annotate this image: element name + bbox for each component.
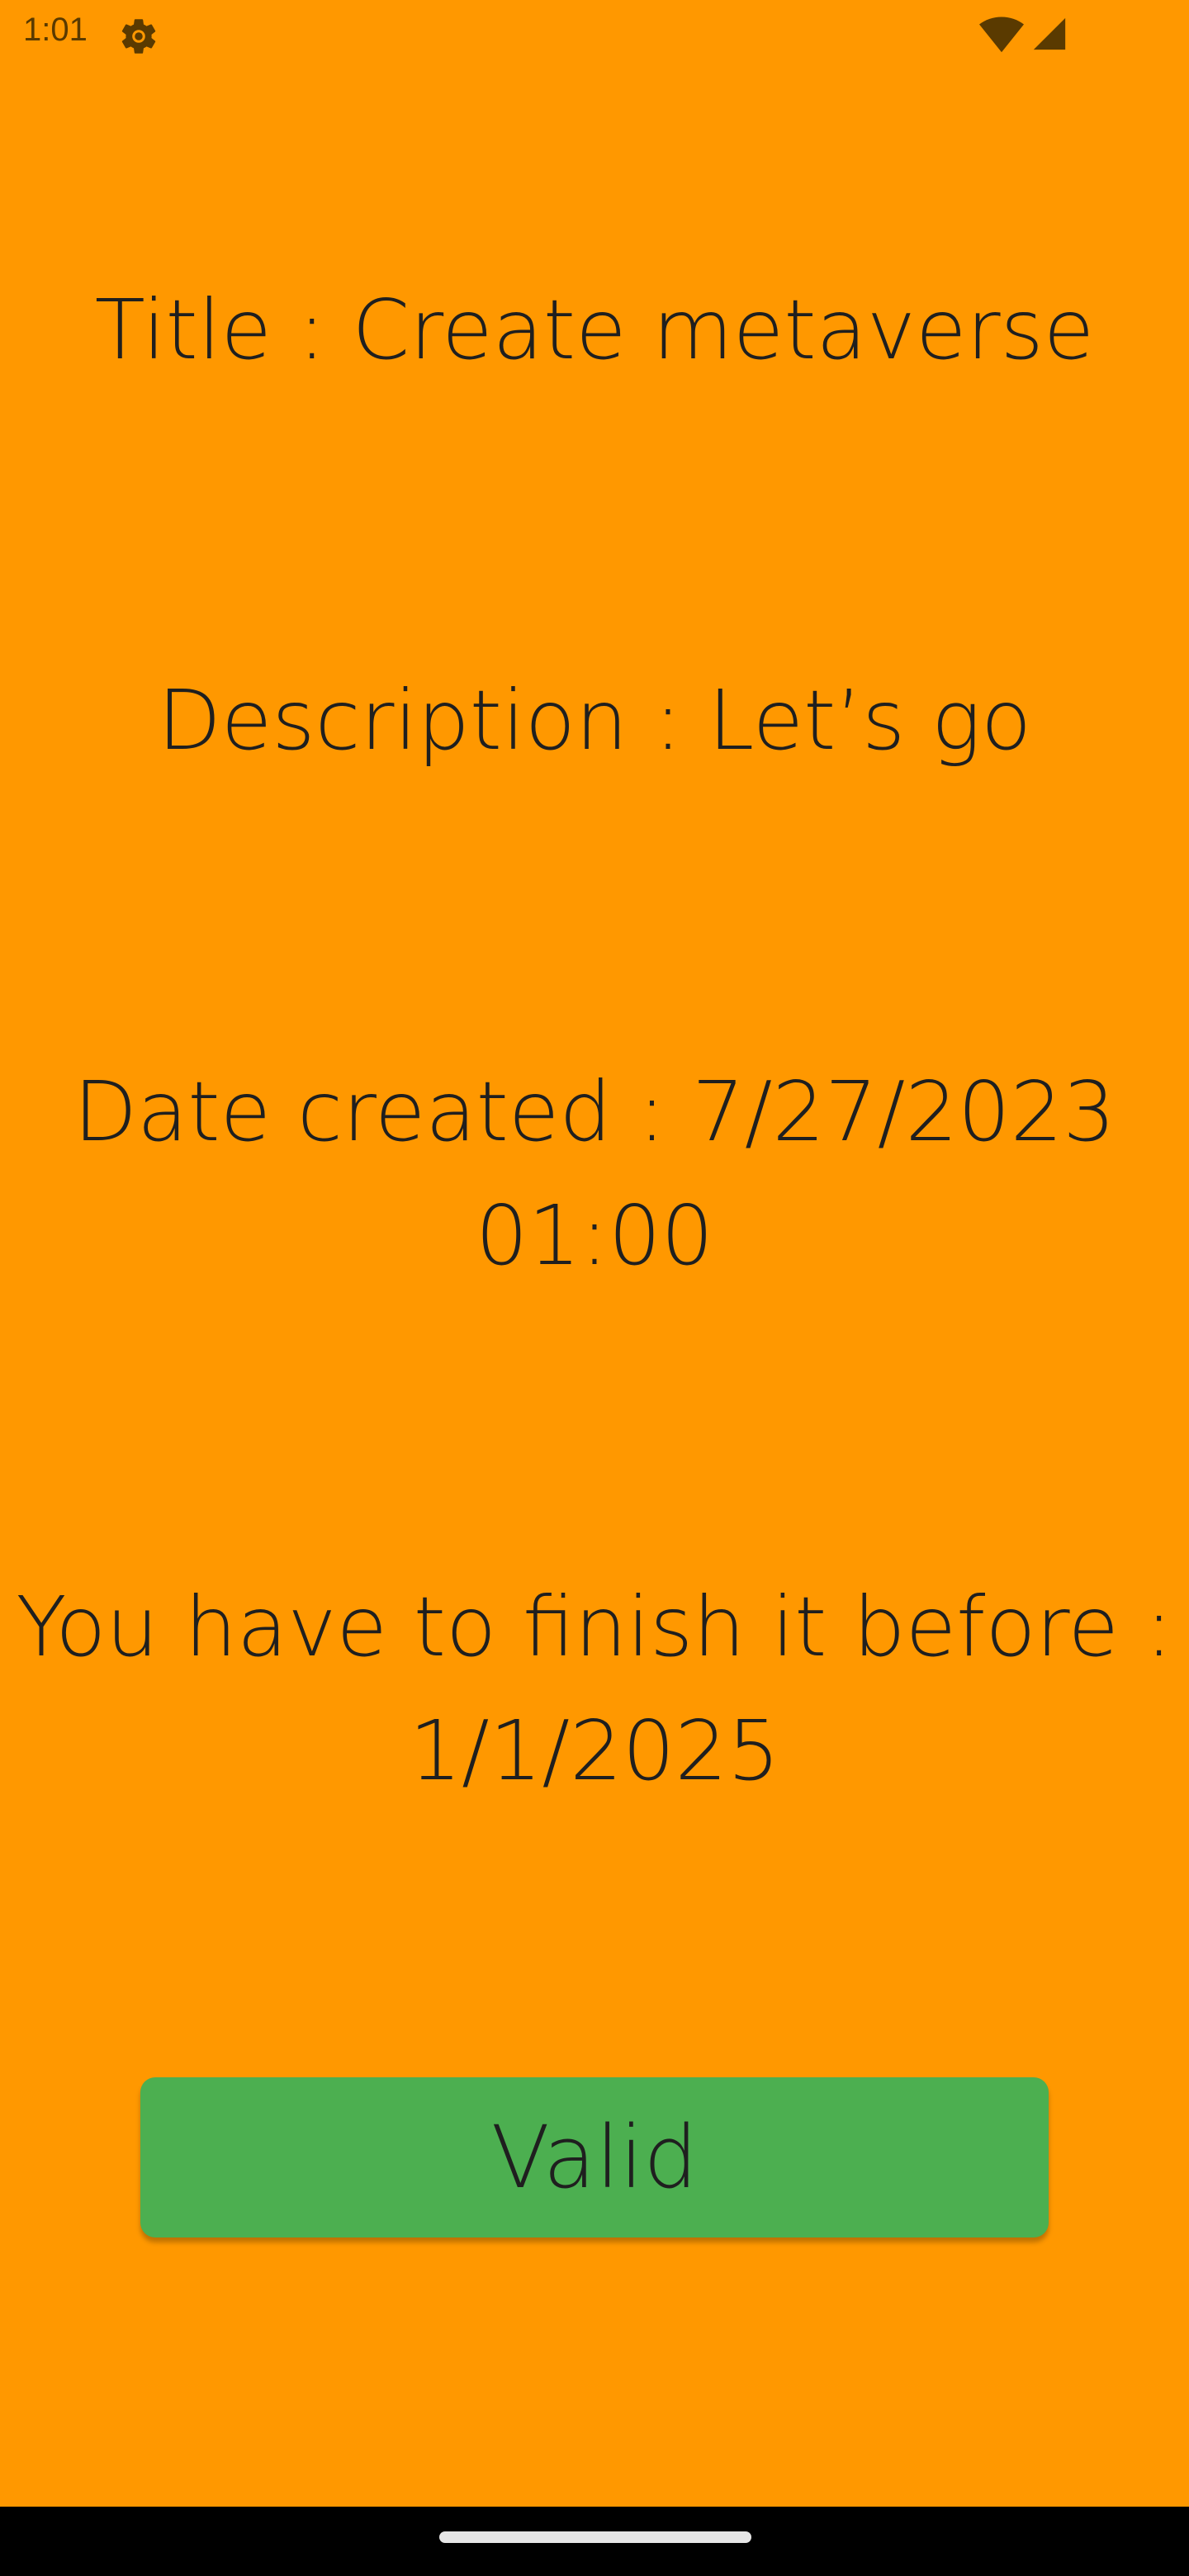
wifi-icon — [979, 17, 1024, 53]
task-deadline: You have to finish it before : 1/1/2025 — [0, 1565, 1189, 1813]
task-description-text: Description : Let’s go — [157, 672, 1032, 769]
gear-icon — [121, 19, 156, 54]
signal-icon — [1033, 17, 1066, 50]
task-date-created: Date created : 7/27/2023 01:00 — [0, 1050, 1189, 1298]
valid-button[interactable]: Valid — [140, 2077, 1049, 2237]
task-title: Title : Create metaverse — [0, 268, 1189, 392]
deadline-label: You have to finish it before : — [16, 1579, 1173, 1675]
task-title-text: Title : Create metaverse — [94, 282, 1095, 378]
home-gesture-handle[interactable] — [439, 2531, 751, 2543]
deadline-date: 1/1/2025 — [409, 1702, 780, 1799]
status-time: 1:01 — [23, 12, 88, 48]
date-created-time: 01:00 — [475, 1187, 714, 1284]
valid-button-label: Valid — [490, 2107, 699, 2208]
status-bar: 1:01 — [0, 0, 1189, 69]
navigation-bar — [0, 2507, 1189, 2576]
date-created-line: Date created : 7/27/2023 — [73, 1063, 1116, 1160]
task-description: Description : Let’s go — [0, 659, 1189, 783]
